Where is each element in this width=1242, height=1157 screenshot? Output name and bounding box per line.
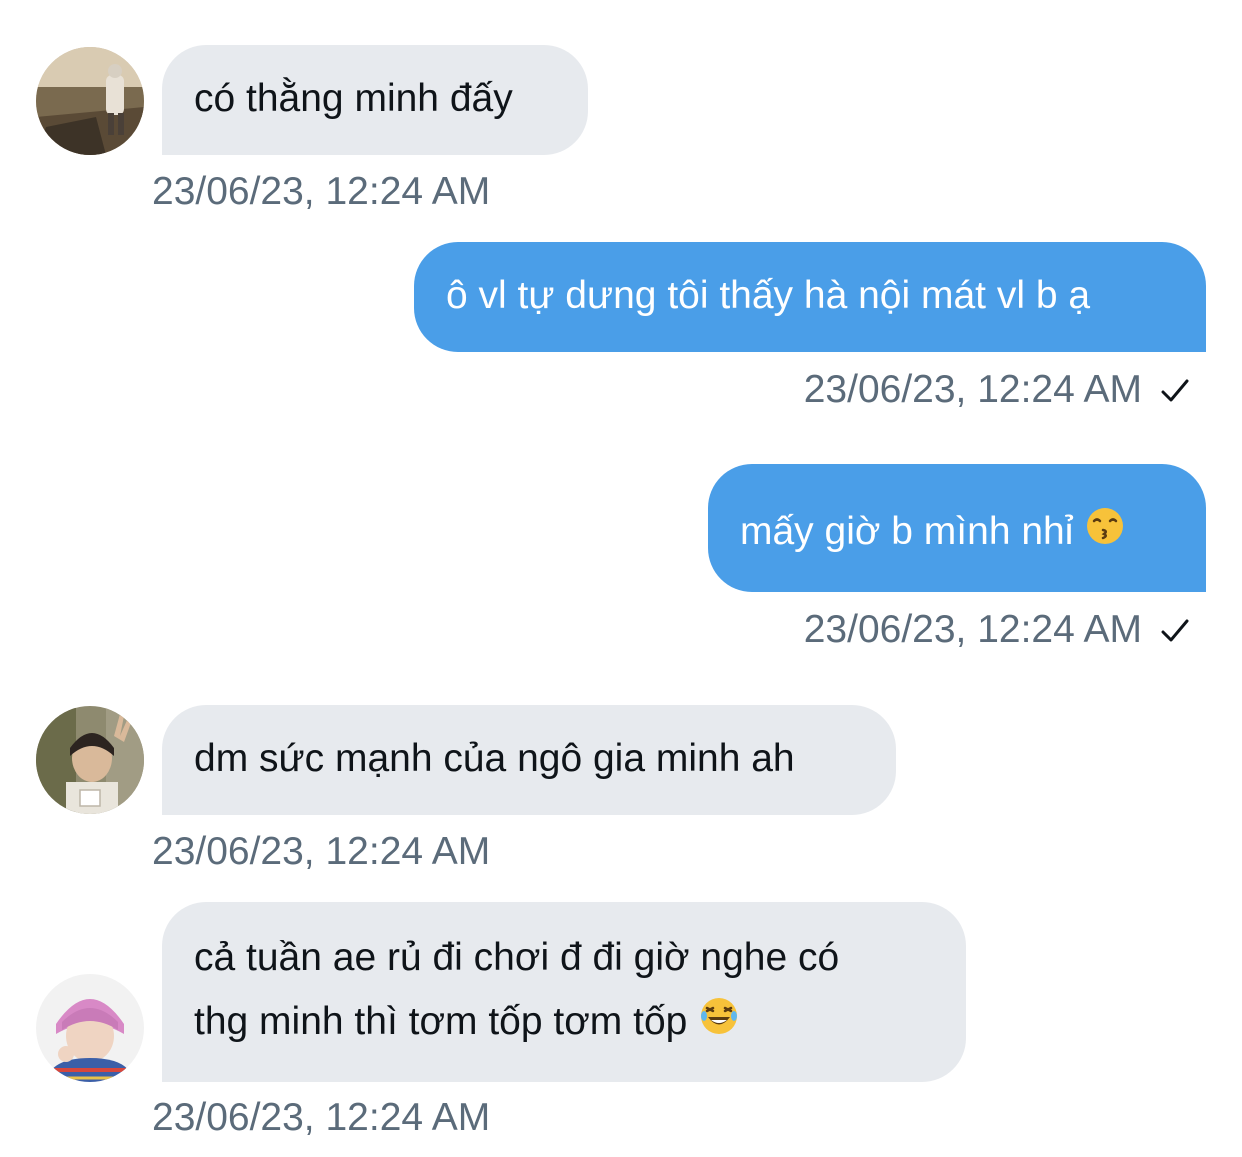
message-bubble-3[interactable]: mấy giờ b mình nhỉ	[708, 464, 1206, 592]
sender-avatar-3[interactable]	[36, 974, 144, 1082]
conversation-thread: có thằng minh đấy 23/06/23, 12:24 AM ô v…	[0, 0, 1242, 1157]
message-bubble-4[interactable]: dm sức mạnh của ngô gia minh ah	[162, 705, 896, 815]
message-timestamp-5: 23/06/23, 12:24 AM	[152, 1096, 491, 1139]
kissing-face-emoji	[1085, 502, 1125, 566]
timestamp-text: 23/06/23, 12:24 AM	[803, 368, 1142, 411]
avatar-pink-hair-photo	[36, 974, 144, 1082]
message-timestamp-4: 23/06/23, 12:24 AM	[152, 830, 491, 873]
message-text: mấy giờ b mình nhỉ	[740, 510, 1074, 553]
message-text: dm sức mạnh của ngô gia minh ah	[194, 737, 795, 780]
message-timestamp-1: 23/06/23, 12:24 AM	[152, 170, 491, 213]
message-bubble-5[interactable]: cả tuần ae rủ đi chơi đ đi giờ nghe có t…	[162, 902, 966, 1082]
message-timestamp-2: 23/06/23, 12:24 AM	[804, 366, 1190, 416]
sender-avatar-1[interactable]	[36, 47, 144, 155]
message-text-line-2: thg minh thì tơm tốp tơm tốp	[194, 990, 934, 1056]
message-text-line-2-text: thg minh thì tơm tốp tơm tốp	[194, 1000, 688, 1043]
avatar-peace-sign-photo	[36, 706, 144, 814]
message-text: có thằng minh đấy	[194, 77, 513, 120]
avatar-landscape-photo	[36, 47, 144, 155]
message-text: ô vl tự dưng tôi thấy hà nội mát vl b ạ	[446, 274, 1091, 317]
message-timestamp-3: 23/06/23, 12:24 AM	[804, 606, 1190, 656]
message-bubble-1[interactable]: có thằng minh đấy	[162, 45, 588, 155]
laughing-tears-emoji	[699, 992, 739, 1056]
message-text-line-1: cả tuần ae rủ đi chơi đ đi giờ nghe có	[194, 936, 840, 979]
check-icon	[1160, 368, 1190, 416]
message-bubble-2[interactable]: ô vl tự dưng tôi thấy hà nội mát vl b ạ	[414, 242, 1206, 352]
timestamp-text: 23/06/23, 12:24 AM	[803, 608, 1142, 651]
check-icon	[1160, 608, 1190, 656]
sender-avatar-2[interactable]	[36, 706, 144, 814]
